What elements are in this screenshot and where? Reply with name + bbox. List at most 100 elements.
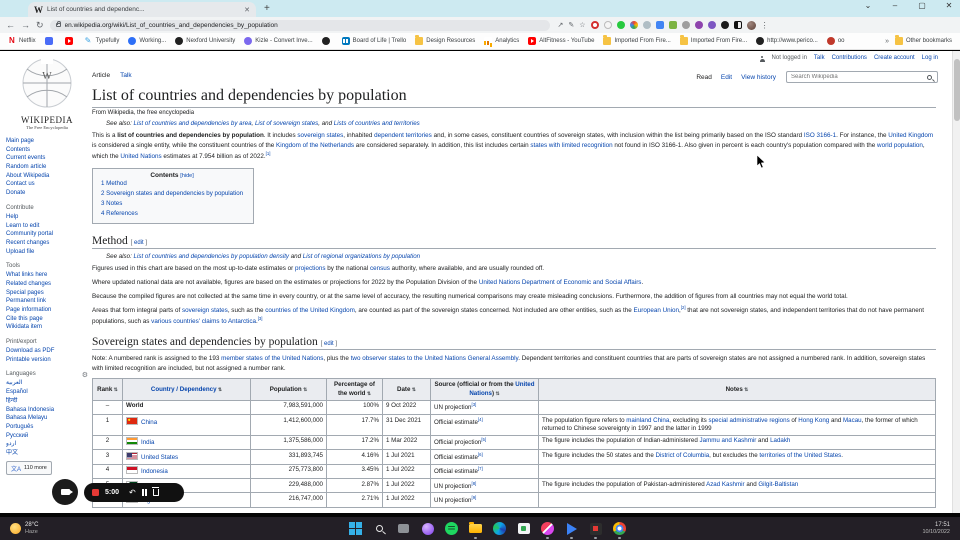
bookmark-item[interactable]: http://www.perico...	[756, 37, 818, 45]
bookmark-item[interactable]: Analytics	[484, 37, 519, 45]
sidebar-language-link[interactable]: اردو	[6, 440, 88, 449]
bookmark-item[interactable]: Nexford University	[175, 37, 235, 45]
header-source[interactable]: Source (official or from the United Nati…	[430, 378, 539, 401]
back-button[interactable]: ←	[6, 20, 15, 30]
header-notes[interactable]: Notes	[538, 378, 936, 401]
browser-tab[interactable]: W List of countries and dependenc... ✕	[28, 2, 256, 17]
bookmarks-overflow-icon[interactable]: »	[885, 38, 889, 45]
edit-pen-icon[interactable]: ✎	[568, 21, 574, 29]
bookmark-item[interactable]	[64, 37, 76, 45]
bookmark-star-icon[interactable]: ☆	[579, 21, 585, 29]
store-icon[interactable]	[516, 521, 531, 536]
edit-link[interactable]: edit	[134, 240, 144, 246]
more-languages-button[interactable]: 文A 110 more	[6, 461, 52, 475]
reference-link[interactable]: [6]	[478, 452, 483, 457]
search-icon[interactable]	[927, 74, 932, 80]
header-percentage[interactable]: Percentage of the world	[326, 378, 383, 401]
bookmark-item[interactable]: Netflix	[8, 36, 36, 45]
extension-icon[interactable]	[720, 21, 729, 29]
sidebar-item-wikidata-item[interactable]: Wikidata item	[6, 323, 88, 332]
reload-button[interactable]: ↻	[36, 20, 44, 30]
extension-icon[interactable]	[707, 21, 716, 29]
bookmark-item[interactable]	[321, 37, 333, 45]
stop-recording-button[interactable]	[92, 489, 99, 496]
sidebar-item-contact[interactable]: Contact us	[6, 180, 88, 189]
toc-item-sovereign-states[interactable]: 2 Sovereign states and dependencies by p…	[101, 189, 243, 199]
extension-icon[interactable]	[655, 21, 664, 29]
sidebar-language-link[interactable]: 中文	[6, 449, 88, 458]
sidebar-item-recent-changes[interactable]: Recent changes	[6, 239, 88, 248]
reference-link[interactable]: [7]	[478, 466, 483, 471]
sidebar-item-special-pages[interactable]: Special pages	[6, 289, 88, 298]
wiki-search-box[interactable]	[786, 71, 938, 83]
reference-link[interactable]: [9]	[472, 495, 477, 500]
extension-icon[interactable]	[629, 21, 638, 29]
bookmark-item[interactable]: Imported From Fire...	[603, 35, 671, 45]
create-account-link[interactable]: Create account	[874, 55, 915, 61]
sidebar-item-cite-this-page[interactable]: Cite this page	[6, 315, 88, 324]
toc-item-references[interactable]: 4 References	[101, 209, 243, 219]
spotify-icon[interactable]	[444, 521, 459, 536]
tab-read[interactable]: Read	[696, 74, 712, 81]
edge-icon[interactable]	[492, 521, 507, 536]
tab-talk[interactable]: Talk	[120, 72, 132, 79]
extension-icon[interactable]	[681, 21, 690, 29]
browser-menu-icon[interactable]: ⋮	[761, 21, 769, 30]
media-player-icon[interactable]	[564, 521, 579, 539]
file-explorer-icon[interactable]	[468, 521, 483, 539]
edit-link[interactable]: edit	[324, 341, 334, 347]
sidebar-item-help[interactable]: Help	[6, 213, 88, 222]
sidebar-item-main-page[interactable]: Main page	[6, 137, 88, 146]
sidebar-item-contents[interactable]: Contents	[6, 146, 88, 155]
address-bar[interactable]: en.wikipedia.org/wiki/List_of_countries_…	[49, 19, 550, 31]
toc-item-method[interactable]: 1 Method	[101, 179, 243, 189]
taskbar-app-icon[interactable]	[588, 521, 603, 539]
sidebar-language-link[interactable]: Русский	[6, 432, 88, 441]
sidebar-item-permanent-link[interactable]: Permanent link	[6, 297, 88, 306]
sidebar-item-community-portal[interactable]: Community portal	[6, 230, 88, 239]
sidebar-item-donate[interactable]: Donate	[6, 189, 88, 198]
sidebar-item-printable-version[interactable]: Printable version	[6, 356, 88, 365]
bookmark-item[interactable]: Design Resources	[415, 35, 475, 45]
header-country[interactable]: Country / Dependency	[122, 378, 251, 401]
share-icon[interactable]: ↗	[558, 21, 564, 29]
bookmark-item[interactable]: AltFitness - YouTube	[528, 37, 594, 45]
extension-icon[interactable]	[603, 21, 612, 29]
log-in-link[interactable]: Log in	[922, 55, 938, 61]
sidebar-item-download-pdf[interactable]: Download as PDF	[6, 347, 88, 356]
header-rank[interactable]: Rank	[92, 378, 123, 401]
new-tab-button[interactable]: +	[264, 3, 270, 14]
sidebar-language-link[interactable]: العربية	[6, 379, 88, 388]
wikipedia-logo[interactable]: W WIKIPEDIA The Free Encyclopedia	[6, 55, 88, 130]
language-settings-gear-icon[interactable]: ⚙	[82, 371, 88, 379]
sidebar-language-link[interactable]: Español	[6, 388, 88, 397]
profile-avatar[interactable]	[746, 20, 756, 30]
toc-hide-link[interactable]: [hide]	[180, 173, 193, 179]
recorder-camera-button[interactable]	[52, 479, 78, 505]
extension-icon[interactable]	[590, 21, 599, 29]
discard-recording-icon[interactable]	[152, 487, 160, 496]
scrollbar-thumb[interactable]	[954, 59, 960, 121]
sidebar-language-link[interactable]: Bahasa Indonesia	[6, 406, 88, 415]
extension-icon[interactable]	[616, 21, 625, 29]
page-scrollbar[interactable]	[952, 51, 960, 513]
bookmark-item[interactable]: oo	[826, 37, 845, 45]
extension-icon[interactable]	[642, 21, 651, 29]
sidebar-item-about[interactable]: About Wikipedia	[6, 172, 88, 181]
sidebar-language-link[interactable]: हिन्दी	[6, 397, 88, 406]
bookmark-item[interactable]: Board of Life | Trello	[341, 37, 406, 45]
talk-link[interactable]: Talk	[814, 55, 825, 61]
extension-icon[interactable]	[694, 21, 703, 29]
start-button[interactable]	[348, 521, 363, 536]
maximize-button[interactable]: ▢	[917, 1, 927, 10]
other-bookmarks-button[interactable]: Other bookmarks	[894, 35, 952, 45]
search-input[interactable]	[787, 74, 927, 80]
taskbar-clock[interactable]: 17:51 10/10/2022	[922, 522, 950, 536]
reference-link[interactable]: [3]	[472, 402, 477, 407]
extension-icon[interactable]	[733, 21, 742, 29]
chrome-icon[interactable]	[612, 521, 627, 539]
sidebar-item-learn-to-edit[interactable]: Learn to edit	[6, 222, 88, 231]
bookmark-item[interactable]: Imported From Fire...	[679, 35, 747, 45]
taskbar-search-icon[interactable]	[372, 521, 387, 536]
extension-icon[interactable]	[668, 21, 677, 29]
